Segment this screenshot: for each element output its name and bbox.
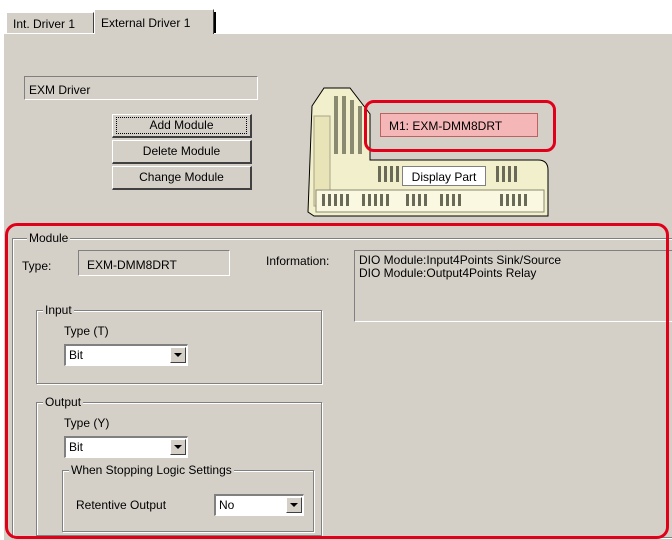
tab-int-driver-1[interactable]: Int. Driver 1 (6, 12, 94, 34)
add-module-button[interactable]: Add Module (112, 114, 252, 138)
tab-external-driver-1[interactable]: External Driver 1 (94, 9, 214, 34)
tab-label: Int. Driver 1 (13, 17, 76, 31)
module-tag-highlight (364, 100, 556, 152)
tab-label: External Driver 1 (101, 16, 191, 30)
change-module-button[interactable]: Change Module (112, 166, 252, 190)
delete-module-label: Delete Module (142, 144, 221, 158)
display-part-label: Display Part (402, 166, 486, 186)
focus-rect (116, 117, 247, 134)
display-part-text: Display Part (411, 170, 477, 184)
driver-name-field: EXM Driver (24, 76, 258, 100)
tab-edge (214, 12, 216, 34)
settings-highlight (5, 223, 669, 539)
delete-module-button[interactable]: Delete Module (112, 140, 252, 164)
change-module-label: Change Module (139, 170, 224, 184)
driver-name-text: EXM Driver (29, 83, 91, 97)
